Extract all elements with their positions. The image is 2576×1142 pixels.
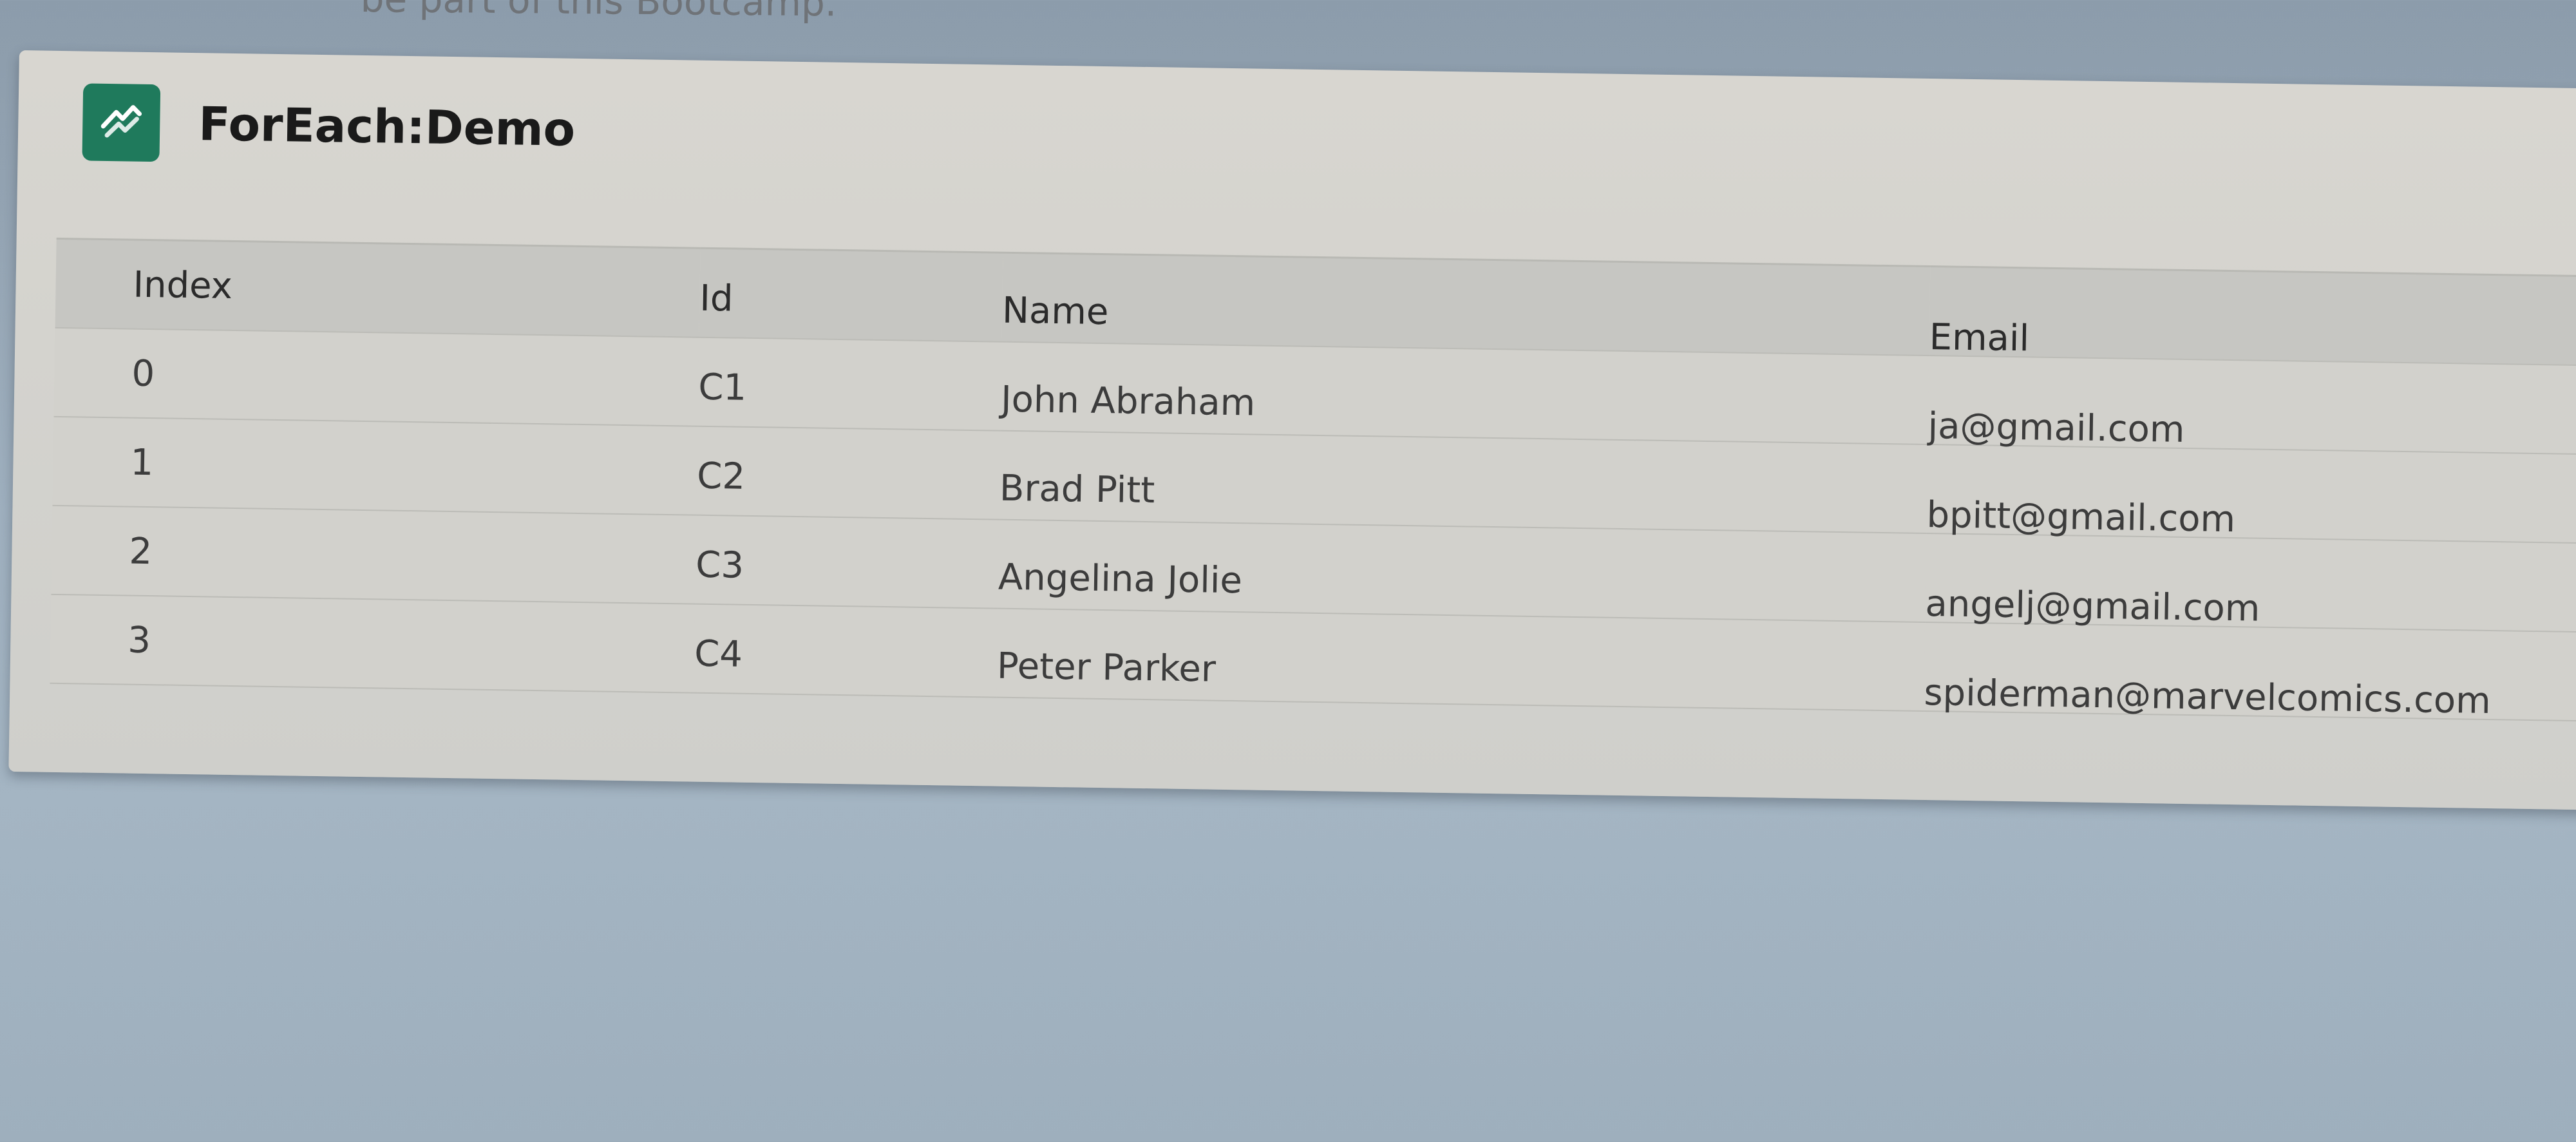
column-header-index[interactable]: Index xyxy=(55,238,701,337)
cell-email: bpitt@gmail.com xyxy=(1926,444,2576,544)
cell-email-text: ja@gmail.com xyxy=(1927,404,2185,451)
column-header-name-label: Name xyxy=(1001,289,1109,333)
card-header: ForEach:Demo xyxy=(82,83,576,167)
page-text: be part of this Bootcamp. xyxy=(360,0,837,25)
cell-id-text: C2 xyxy=(696,455,746,498)
cell-email-text: bpitt@gmail.com xyxy=(1926,493,2236,540)
cell-id: C3 xyxy=(695,515,999,609)
cell-id: C1 xyxy=(697,338,1001,431)
cell-id-text: C4 xyxy=(694,633,743,676)
lightning-component-icon xyxy=(82,83,161,162)
cell-id-text: C3 xyxy=(695,544,744,587)
column-header-name[interactable]: Name xyxy=(1001,252,1930,356)
column-header-id-label: Id xyxy=(699,277,734,319)
cell-id-text: C1 xyxy=(697,366,747,409)
data-table: Index Id Name Email 0 C1 John Abraham ja… xyxy=(50,238,2576,722)
column-header-index-label: Index xyxy=(133,263,233,307)
cell-name-text: John Abraham xyxy=(1000,378,1256,424)
data-table-wrapper: Index Id Name Email 0 C1 John Abraham ja… xyxy=(50,238,2576,722)
cell-index: 3 xyxy=(127,619,151,661)
cell-name: John Abraham xyxy=(1000,342,1929,444)
cell-index: 2 xyxy=(129,530,153,573)
cell-name: Brad Pitt xyxy=(999,431,1927,533)
cell-email: spiderman@marvelcomics.com xyxy=(1924,622,2576,721)
card-title: ForEach:Demo xyxy=(198,97,576,157)
cell-index: 1 xyxy=(130,441,154,484)
column-header-email-label: Email xyxy=(1929,316,2030,359)
column-header-id[interactable]: Id xyxy=(699,248,1003,341)
cell-name: Peter Parker xyxy=(996,609,1925,711)
table-body: 0 C1 John Abraham ja@gmail.com 1 C2 Brad… xyxy=(50,327,2576,722)
cell-email-text: angelj@gmail.com xyxy=(1925,582,2260,630)
foreach-demo-card: ForEach:Demo Index Id Name Email 0 C1 Jo… xyxy=(8,50,2576,811)
column-header-email[interactable]: Email xyxy=(1929,267,2576,366)
cell-name-text: Angelina Jolie xyxy=(998,556,1243,602)
cell-index: 0 xyxy=(131,352,155,395)
cell-name-text: Brad Pitt xyxy=(999,467,1155,511)
cell-email: angelj@gmail.com xyxy=(1925,533,2576,633)
cell-id: C2 xyxy=(696,426,1000,520)
cell-email-text: spiderman@marvelcomics.com xyxy=(1924,671,2492,722)
cell-name: Angelina Jolie xyxy=(998,520,1926,622)
cell-id: C4 xyxy=(694,604,998,698)
cell-name-text: Peter Parker xyxy=(996,645,1217,690)
cell-email: ja@gmail.com xyxy=(1927,356,2576,455)
